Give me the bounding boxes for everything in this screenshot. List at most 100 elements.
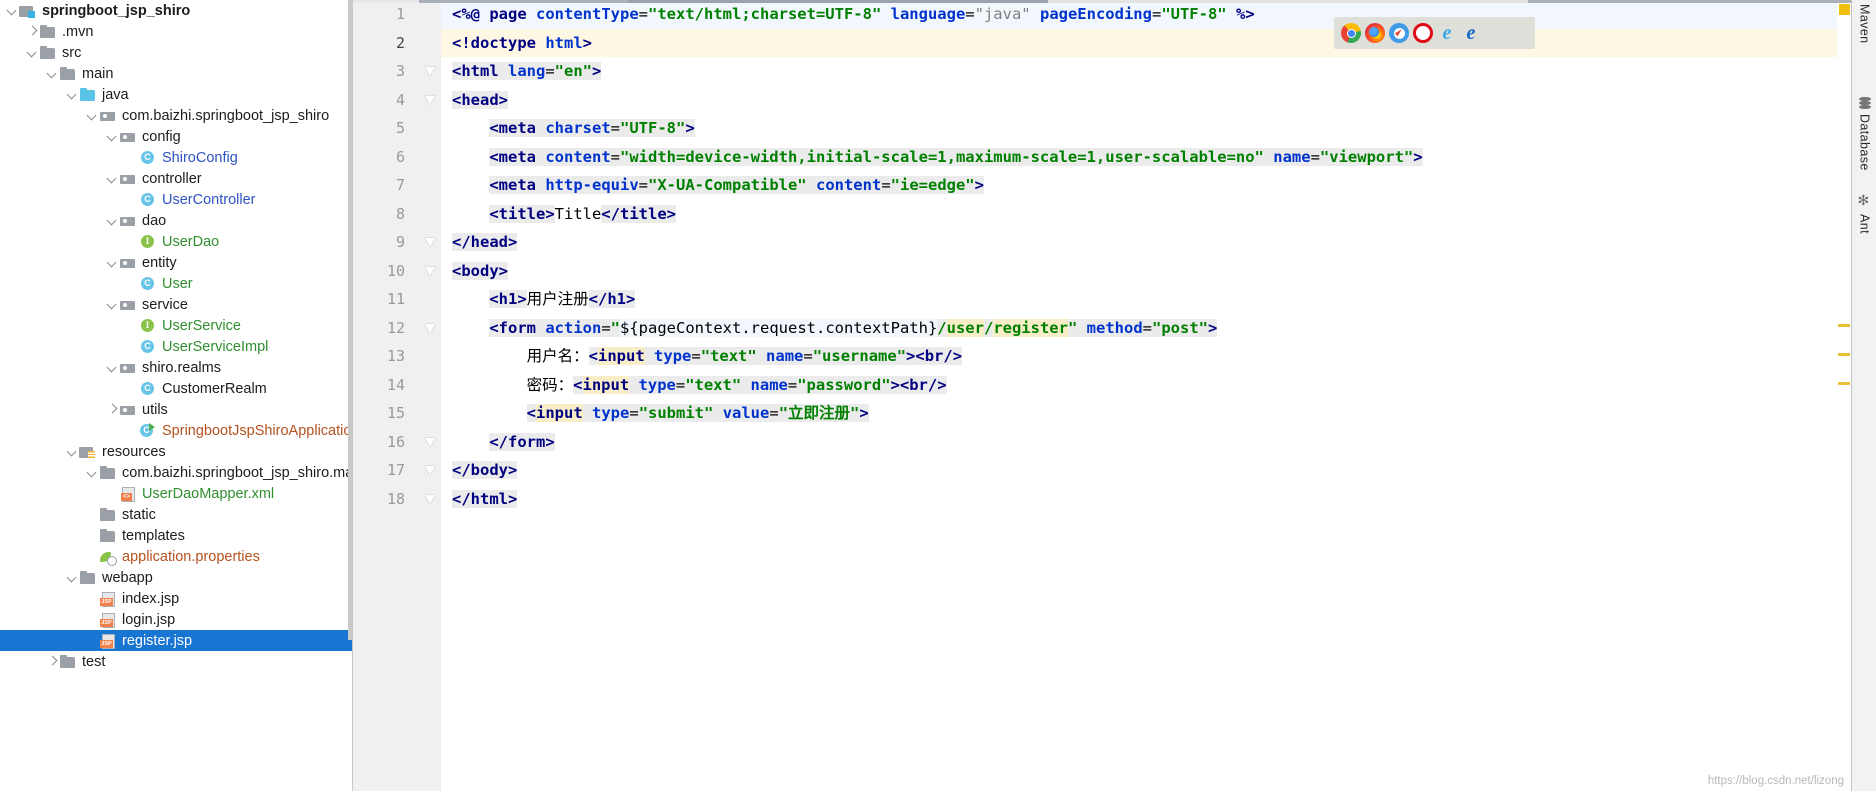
tree-item-main[interactable]: main bbox=[0, 63, 352, 84]
tree-item-springboot-jsp-shiro[interactable]: springboot_jsp_shiro bbox=[0, 0, 352, 21]
code-line[interactable]: <meta charset="UTF-8"> bbox=[441, 114, 1837, 143]
chevron-down-icon[interactable] bbox=[46, 63, 59, 84]
project-tree[interactable]: springboot_jsp_shiro .mvn src main java com.b… bbox=[0, 0, 352, 672]
code-line[interactable]: </html> bbox=[441, 485, 1837, 514]
code-line[interactable]: <title>Title</title> bbox=[441, 200, 1837, 229]
tree-item-register-jsp[interactable]: register.jsp bbox=[0, 630, 352, 651]
code-line[interactable]: <!doctype html> bbox=[441, 28, 1837, 57]
tree-item-dao[interactable]: dao bbox=[0, 210, 352, 231]
code-line[interactable]: </body> bbox=[441, 456, 1837, 485]
warning-marker[interactable] bbox=[1838, 353, 1850, 356]
code-editor-text[interactable]: <%@ page contentType="text/html;charset=… bbox=[441, 0, 1837, 791]
tree-item-userdaomapper-xml[interactable]: UserDaoMapper.xml bbox=[0, 483, 352, 504]
tree-item-index-jsp[interactable]: index.jsp bbox=[0, 588, 352, 609]
firefox-icon[interactable] bbox=[1365, 23, 1385, 43]
tool-window-button-ant[interactable]: Ant bbox=[1852, 192, 1876, 234]
tree-item-userserviceimpl[interactable]: UserServiceImpl bbox=[0, 336, 352, 357]
code-line[interactable]: </head> bbox=[441, 228, 1837, 257]
chevron-down-icon[interactable] bbox=[106, 168, 119, 189]
tree-item-shiro-realms[interactable]: shiro.realms bbox=[0, 357, 352, 378]
chevron-down-icon[interactable] bbox=[106, 357, 119, 378]
inspection-status-box[interactable] bbox=[1839, 4, 1850, 15]
inspection-marker-bar[interactable] bbox=[1837, 0, 1851, 791]
tree-item-label: com.baizhi.springboot_jsp_shiro bbox=[122, 107, 330, 124]
tree-item-login-jsp[interactable]: login.jsp bbox=[0, 609, 352, 630]
opera-icon[interactable] bbox=[1413, 23, 1433, 43]
tree-item-src[interactable]: src bbox=[0, 42, 352, 63]
chevron-right-icon[interactable] bbox=[46, 651, 59, 672]
chevron-down-icon[interactable] bbox=[106, 294, 119, 315]
code-fold-toggle[interactable] bbox=[425, 95, 436, 106]
chevron-right-icon[interactable] bbox=[26, 21, 39, 42]
tree-item-customerrealm[interactable]: CustomerRealm bbox=[0, 378, 352, 399]
code-line[interactable]: <meta content="width=device-width,initia… bbox=[441, 143, 1837, 172]
tree-item-userdao[interactable]: UserDao bbox=[0, 231, 352, 252]
code-fold-toggle[interactable] bbox=[425, 66, 436, 77]
code-fold-toggle[interactable] bbox=[425, 266, 436, 277]
edge-icon[interactable]: e bbox=[1461, 23, 1481, 43]
tree-item-userservice[interactable]: UserService bbox=[0, 315, 352, 336]
tree-item-com-baizhi-springboot-jsp-shiro-ma[interactable]: com.baizhi.springboot_jsp_shiro.ma bbox=[0, 462, 352, 483]
code-line[interactable]: <html lang="en"> bbox=[441, 57, 1837, 86]
tree-item-com-baizhi-springboot-jsp-shiro[interactable]: com.baizhi.springboot_jsp_shiro bbox=[0, 105, 352, 126]
code-folding-gutter[interactable] bbox=[421, 0, 441, 791]
chevron-down-icon[interactable] bbox=[106, 252, 119, 273]
tree-item-config[interactable]: config bbox=[0, 126, 352, 147]
tree-item-utils[interactable]: utils bbox=[0, 399, 352, 420]
tree-item-application-properties[interactable]: application.properties bbox=[0, 546, 352, 567]
code-line[interactable]: <meta http-equiv="X-UA-Compatible" conte… bbox=[441, 171, 1837, 200]
code-token: </body> bbox=[452, 461, 518, 479]
code-line[interactable]: </form> bbox=[441, 428, 1837, 457]
tree-item-java[interactable]: java bbox=[0, 84, 352, 105]
tree-item-mvn[interactable]: .mvn bbox=[0, 21, 352, 42]
chevron-down-icon[interactable] bbox=[86, 462, 99, 483]
tree-item-webapp[interactable]: webapp bbox=[0, 567, 352, 588]
code-line[interactable]: 密码：<input type="text" name="password"><b… bbox=[441, 371, 1837, 400]
tree-item-shiroconfig[interactable]: ShiroConfig bbox=[0, 147, 352, 168]
internet-explorer-icon[interactable]: e bbox=[1437, 23, 1457, 43]
code-fold-toggle[interactable] bbox=[425, 437, 436, 448]
code-fold-toggle[interactable] bbox=[425, 323, 436, 334]
tree-item-usercontroller[interactable]: UserController bbox=[0, 189, 352, 210]
tree-item-user[interactable]: User bbox=[0, 273, 352, 294]
chevron-down-icon[interactable] bbox=[66, 567, 79, 588]
project-panel-scrollbar[interactable] bbox=[348, 0, 352, 640]
chevron-down-icon[interactable] bbox=[26, 42, 39, 63]
tree-item-service[interactable]: service bbox=[0, 294, 352, 315]
chevron-down-icon[interactable] bbox=[66, 441, 79, 462]
tree-item-static[interactable]: static bbox=[0, 504, 352, 525]
code-line[interactable]: <%@ page contentType="text/html;charset=… bbox=[441, 0, 1837, 29]
project-tool-window[interactable]: springboot_jsp_shiro .mvn src main java com.b… bbox=[0, 0, 353, 791]
tool-window-button-database[interactable]: Database bbox=[1852, 96, 1876, 171]
chevron-down-icon[interactable] bbox=[86, 105, 99, 126]
chevron-down-icon[interactable] bbox=[66, 84, 79, 105]
tree-item-label: webapp bbox=[102, 569, 153, 586]
chevron-down-icon[interactable] bbox=[6, 0, 19, 21]
code-line[interactable]: <h1>用户注册</h1> bbox=[441, 285, 1837, 314]
tree-item-templates[interactable]: templates bbox=[0, 525, 352, 546]
editor-area[interactable]: 1 2 3 4 5 6 7 8 9 10 11 12 13 14 15 16 17 18 <%@ page con… bbox=[353, 0, 1851, 791]
code-fold-toggle[interactable] bbox=[425, 494, 436, 505]
warning-marker[interactable] bbox=[1838, 382, 1850, 385]
chevron-down-icon[interactable] bbox=[106, 126, 119, 147]
tree-item-test[interactable]: test bbox=[0, 651, 352, 672]
code-line[interactable]: <input type="submit" value="立即注册"> bbox=[441, 399, 1837, 428]
tree-item-springbootjspshiroapplication[interactable]: SpringbootJspShiroApplication bbox=[0, 420, 352, 441]
code-fold-toggle[interactable] bbox=[425, 237, 436, 248]
tree-item-resources[interactable]: resources bbox=[0, 441, 352, 462]
code-line[interactable]: <head> bbox=[441, 86, 1837, 115]
safari-icon[interactable] bbox=[1389, 23, 1409, 43]
code-line[interactable]: <body> bbox=[441, 257, 1837, 286]
warning-marker[interactable] bbox=[1838, 324, 1850, 327]
tool-window-button-maven[interactable]: Maven bbox=[1852, 4, 1876, 44]
code-line[interactable]: <form action="${pageContext.request.cont… bbox=[441, 314, 1837, 343]
chevron-down-icon[interactable] bbox=[106, 210, 119, 231]
tree-item-entity[interactable]: entity bbox=[0, 252, 352, 273]
chrome-icon[interactable] bbox=[1341, 23, 1361, 43]
chevron-right-icon[interactable] bbox=[106, 399, 119, 420]
tree-item-controller[interactable]: controller bbox=[0, 168, 352, 189]
open-in-browser-popup[interactable]: ee bbox=[1334, 17, 1535, 49]
code-fold-toggle[interactable] bbox=[425, 465, 436, 476]
code-line[interactable]: 用户名：<input type="text" name="username"><… bbox=[441, 342, 1837, 371]
right-tool-window-bar[interactable]: Maven Database Ant bbox=[1851, 0, 1876, 791]
